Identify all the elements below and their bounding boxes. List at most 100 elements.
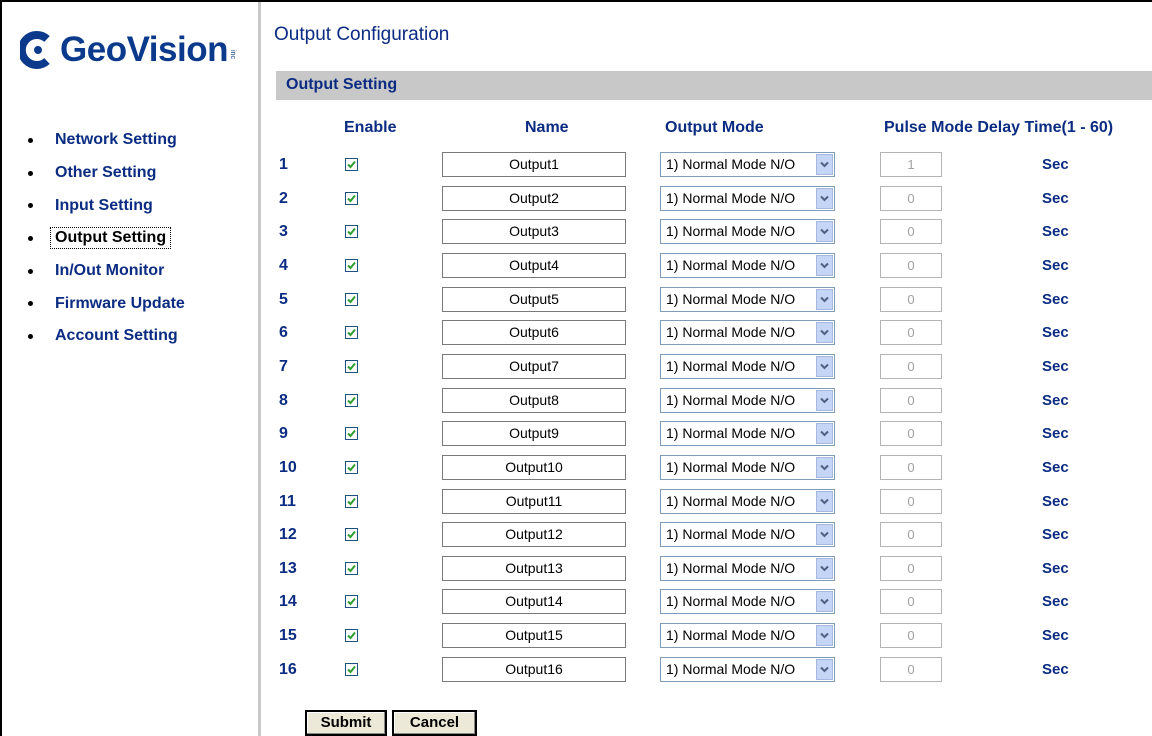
enable-checkbox[interactable] xyxy=(345,292,358,306)
output-name-input[interactable]: Output6 xyxy=(442,320,626,346)
sidebar-item-label[interactable]: In/Out Monitor xyxy=(55,262,164,280)
chevron-down-icon[interactable] xyxy=(816,524,833,546)
chevron-down-icon[interactable] xyxy=(816,288,833,310)
output-mode-select[interactable]: 1) Normal Mode N/O xyxy=(660,252,835,278)
pulse-delay-input[interactable]: 0 xyxy=(880,656,942,682)
output-name-input[interactable]: Output11 xyxy=(442,488,626,514)
enable-checkbox[interactable] xyxy=(345,225,358,239)
output-mode-select[interactable]: 1) Normal Mode N/O xyxy=(660,488,835,514)
enable-checkbox[interactable] xyxy=(345,561,358,575)
pulse-delay-input[interactable]: 0 xyxy=(880,387,942,413)
enable-checkbox[interactable] xyxy=(345,326,358,340)
enable-checkbox[interactable] xyxy=(345,662,358,676)
chevron-down-icon[interactable] xyxy=(816,591,833,613)
output-name-input[interactable]: Output14 xyxy=(442,589,626,615)
output-name-input[interactable]: Output2 xyxy=(442,185,626,211)
cancel-button[interactable]: Cancel xyxy=(392,710,477,736)
sidebar-item-label[interactable]: Input Setting xyxy=(55,197,153,215)
output-mode-select[interactable]: 1) Normal Mode N/O xyxy=(660,454,835,480)
pulse-delay-input[interactable]: 0 xyxy=(880,623,942,649)
output-mode-select[interactable]: 1) Normal Mode N/O xyxy=(660,589,835,615)
pulse-delay-input[interactable]: 0 xyxy=(880,589,942,615)
chevron-down-icon[interactable] xyxy=(816,625,833,647)
pulse-delay-input[interactable]: 0 xyxy=(880,454,942,480)
sidebar-item-network-setting[interactable]: Network Setting xyxy=(0,124,258,157)
sidebar-item-other-setting[interactable]: Other Setting xyxy=(0,157,258,190)
output-name-input[interactable]: Output8 xyxy=(442,387,626,413)
output-name-input[interactable]: Output15 xyxy=(442,623,626,649)
chevron-down-icon[interactable] xyxy=(816,490,833,512)
enable-checkbox[interactable] xyxy=(345,595,358,609)
output-mode-select[interactable]: 1) Normal Mode N/O xyxy=(660,152,835,177)
chevron-down-icon[interactable] xyxy=(816,557,833,579)
enable-checkbox[interactable] xyxy=(345,393,358,407)
output-name-input[interactable]: Output13 xyxy=(442,555,626,581)
pulse-delay-input[interactable]: 0 xyxy=(880,185,942,211)
sidebar-item-output-setting[interactable]: Output Setting xyxy=(0,222,258,255)
output-mode-select[interactable]: 1) Normal Mode N/O xyxy=(660,555,835,581)
enable-checkbox[interactable] xyxy=(345,191,358,205)
enable-checkbox[interactable] xyxy=(345,258,358,272)
output-name-input[interactable]: Output4 xyxy=(442,252,626,278)
chevron-down-icon[interactable] xyxy=(816,423,833,445)
output-name-input[interactable]: Output16 xyxy=(442,656,626,682)
chevron-down-icon[interactable] xyxy=(816,355,833,377)
chevron-down-icon[interactable] xyxy=(816,322,833,344)
enable-checkbox[interactable] xyxy=(345,427,358,441)
pulse-delay-input[interactable]: 0 xyxy=(880,522,942,548)
output-mode-select[interactable]: 1) Normal Mode N/O xyxy=(660,219,835,245)
enable-checkbox[interactable] xyxy=(345,494,358,508)
output-name-input[interactable]: Output1 xyxy=(442,152,626,177)
sidebar-item-account-setting[interactable]: Account Setting xyxy=(0,320,258,353)
sidebar-item-firmware-update[interactable]: Firmware Update xyxy=(0,287,258,320)
pulse-delay-input[interactable]: 0 xyxy=(880,252,942,278)
output-mode-select[interactable]: 1) Normal Mode N/O xyxy=(660,185,835,211)
output-mode-select[interactable]: 1) Normal Mode N/O xyxy=(660,286,835,312)
sidebar-item-in-out-monitor[interactable]: In/Out Monitor xyxy=(0,255,258,288)
output-name-input[interactable]: Output7 xyxy=(442,353,626,379)
enable-checkbox[interactable] xyxy=(345,158,358,171)
enable-checkbox[interactable] xyxy=(345,460,358,474)
pulse-delay-input[interactable]: 0 xyxy=(880,286,942,312)
pulse-delay-input[interactable]: 0 xyxy=(880,219,942,245)
enable-checkbox[interactable] xyxy=(345,629,358,643)
sidebar-item-label[interactable]: Output Setting xyxy=(50,227,172,250)
output-mode-select[interactable]: 1) Normal Mode N/O xyxy=(660,656,835,682)
output-name-input[interactable]: Output12 xyxy=(442,522,626,548)
submit-button[interactable]: Submit xyxy=(305,710,387,736)
chevron-down-icon[interactable] xyxy=(816,389,833,411)
chevron-down-icon[interactable] xyxy=(816,658,833,680)
checkmark-icon xyxy=(347,564,356,573)
chevron-down-icon[interactable] xyxy=(816,154,833,175)
output-mode-select[interactable]: 1) Normal Mode N/O xyxy=(660,353,835,379)
output-mode-select[interactable]: 1) Normal Mode N/O xyxy=(660,421,835,447)
output-name-input[interactable]: Output5 xyxy=(442,286,626,312)
sidebar-item-label[interactable]: Firmware Update xyxy=(55,295,185,313)
output-mode-select[interactable]: 1) Normal Mode N/O xyxy=(660,522,835,548)
pulse-delay-input[interactable]: 1 xyxy=(880,152,942,177)
enable-checkbox[interactable] xyxy=(345,528,358,542)
sidebar-item-label[interactable]: Network Setting xyxy=(55,131,177,149)
pulse-delay-input[interactable]: 0 xyxy=(880,353,942,379)
sidebar-item-label[interactable]: Account Setting xyxy=(55,327,178,345)
pulse-delay-input[interactable]: 0 xyxy=(880,421,942,447)
sidebar-item-input-setting[interactable]: Input Setting xyxy=(0,189,258,222)
output-name-input[interactable]: Output3 xyxy=(442,219,626,245)
sidebar-item-label[interactable]: Other Setting xyxy=(55,164,156,182)
pulse-delay-input[interactable]: 0 xyxy=(880,488,942,514)
output-mode-select[interactable]: 1) Normal Mode N/O xyxy=(660,387,835,413)
chevron-down-icon[interactable] xyxy=(816,221,833,243)
output-name-input[interactable]: Output10 xyxy=(442,454,626,480)
table-row: 7 Output7 1) Normal Mode N/O 0 Sec xyxy=(276,353,1152,386)
chevron-down-icon[interactable] xyxy=(816,254,833,276)
chevron-down-icon[interactable] xyxy=(816,456,833,478)
enable-checkbox[interactable] xyxy=(345,359,358,373)
output-name-input[interactable]: Output9 xyxy=(442,421,626,447)
pulse-delay-input[interactable]: 0 xyxy=(880,555,942,581)
chevron-down-icon[interactable] xyxy=(816,187,833,209)
output-mode-select[interactable]: 1) Normal Mode N/O xyxy=(660,623,835,649)
table-row: 16 Output16 1) Normal Mode N/O 0 Sec xyxy=(276,656,1152,689)
table-row: 10 Output10 1) Normal Mode N/O 0 Sec xyxy=(276,454,1152,487)
output-mode-select[interactable]: 1) Normal Mode N/O xyxy=(660,320,835,346)
pulse-delay-input[interactable]: 0 xyxy=(880,320,942,346)
